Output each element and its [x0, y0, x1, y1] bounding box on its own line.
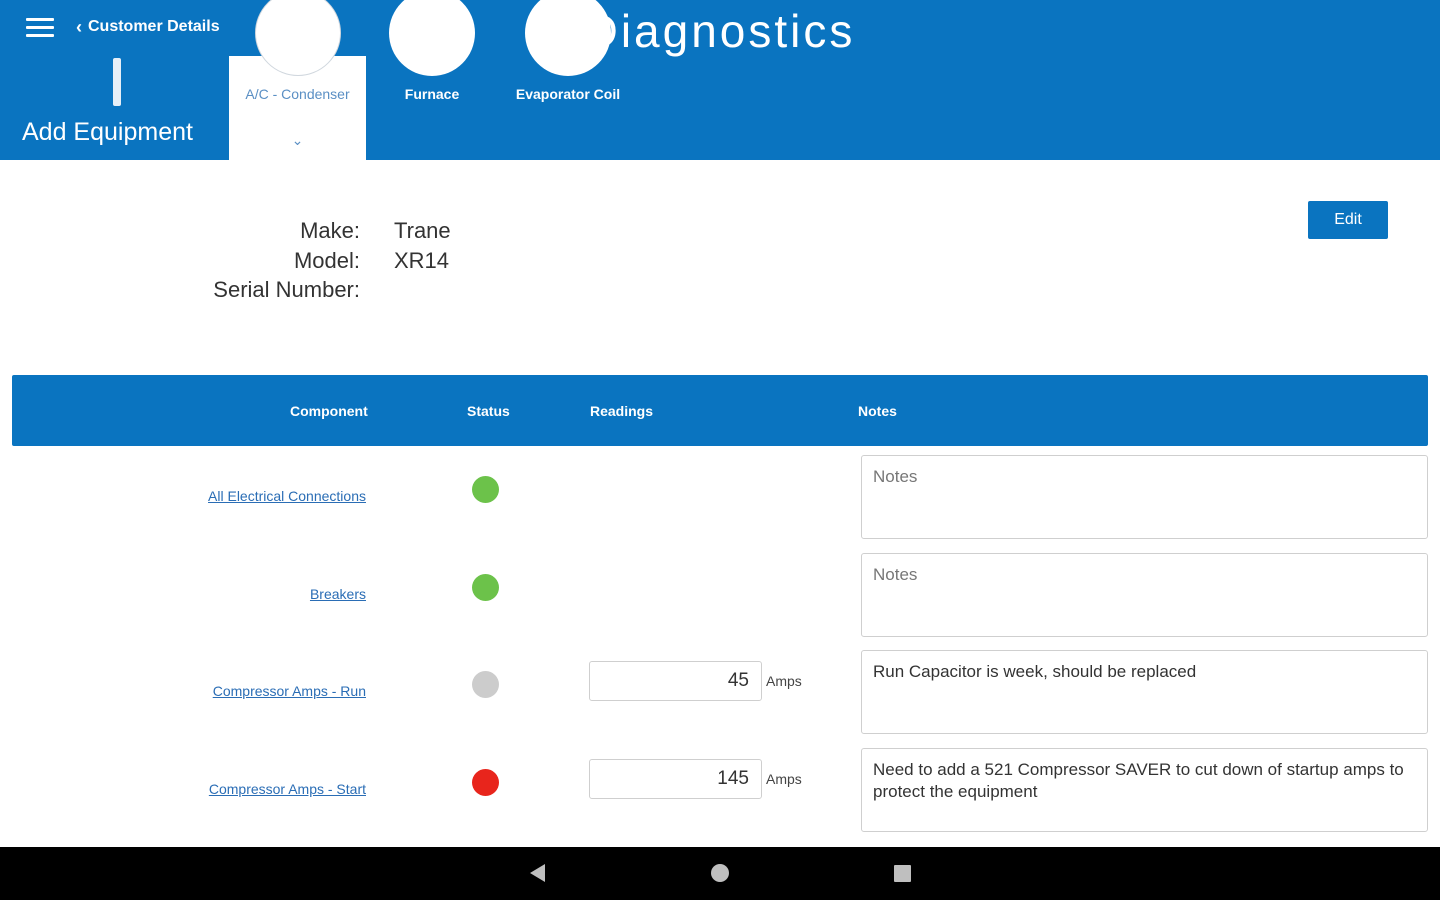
reading-input[interactable] [589, 759, 762, 799]
table-header: Component Status Readings Notes [12, 375, 1428, 446]
status-indicator[interactable] [472, 574, 499, 601]
tab-label: Furnace [404, 86, 460, 102]
notes-field[interactable] [861, 650, 1428, 734]
model-label: Model: [293, 248, 360, 273]
component-link[interactable]: Breakers [310, 586, 366, 602]
tab-label: Evaporator Coil [515, 86, 621, 102]
nav-back-icon[interactable] [530, 864, 545, 882]
column-header-readings: Readings [590, 403, 654, 419]
chevron-down-icon: ⌄ [291, 132, 304, 148]
tab-ac-condenser[interactable]: A/C - Condenser ⌄ [229, 0, 366, 160]
reading-unit: Amps [766, 771, 802, 787]
component-link[interactable]: Compressor Amps - Run [213, 683, 366, 699]
notes-field[interactable] [861, 455, 1428, 539]
page-title: Diagnostics [584, 5, 856, 57]
status-indicator[interactable] [472, 476, 499, 503]
column-header-component: Component [290, 403, 368, 419]
system-navigation-bar [0, 847, 1440, 900]
tab-evaporator-coil[interactable]: Evaporator Coil [500, 0, 636, 160]
notes-field[interactable] [861, 553, 1428, 637]
furnace-icon [389, 0, 475, 76]
reading-input[interactable] [589, 661, 762, 701]
add-equipment-label: Add Equipment [22, 118, 193, 146]
reading-unit: Amps [766, 673, 802, 689]
make-label: Make: [300, 218, 360, 243]
add-equipment-icon [113, 58, 121, 106]
status-indicator[interactable] [472, 671, 499, 698]
table-row: Breakers [0, 546, 1440, 644]
component-link[interactable]: Compressor Amps - Start [209, 781, 366, 797]
column-header-notes: Notes [858, 403, 897, 419]
evaporator-coil-icon [525, 0, 611, 76]
component-link[interactable]: All Electrical Connections [208, 488, 366, 504]
nav-recent-apps-icon[interactable] [894, 865, 911, 882]
model-value: XR14 [394, 248, 450, 273]
ac-condenser-icon [254, 0, 341, 76]
serial-label: Serial Number: [213, 277, 360, 302]
notes-field[interactable] [861, 748, 1428, 832]
nav-home-icon[interactable] [711, 864, 729, 882]
edit-button[interactable]: Edit [1308, 201, 1388, 239]
make-value: Trane [394, 218, 451, 243]
add-equipment-button[interactable]: Add Equipment [0, 56, 229, 160]
tab-furnace[interactable]: Furnace [370, 0, 494, 160]
table-row: Compressor Amps - Run Amps [0, 643, 1440, 741]
column-header-status: Status [467, 403, 510, 419]
status-indicator[interactable] [472, 769, 499, 796]
table-row: Compressor Amps - Start Amps [0, 741, 1440, 839]
tab-label: A/C - Condenser [245, 86, 350, 102]
app-header: ‹ Customer Details Diagnostics Add Equip… [0, 0, 1440, 160]
table-row: All Electrical Connections [0, 448, 1440, 546]
